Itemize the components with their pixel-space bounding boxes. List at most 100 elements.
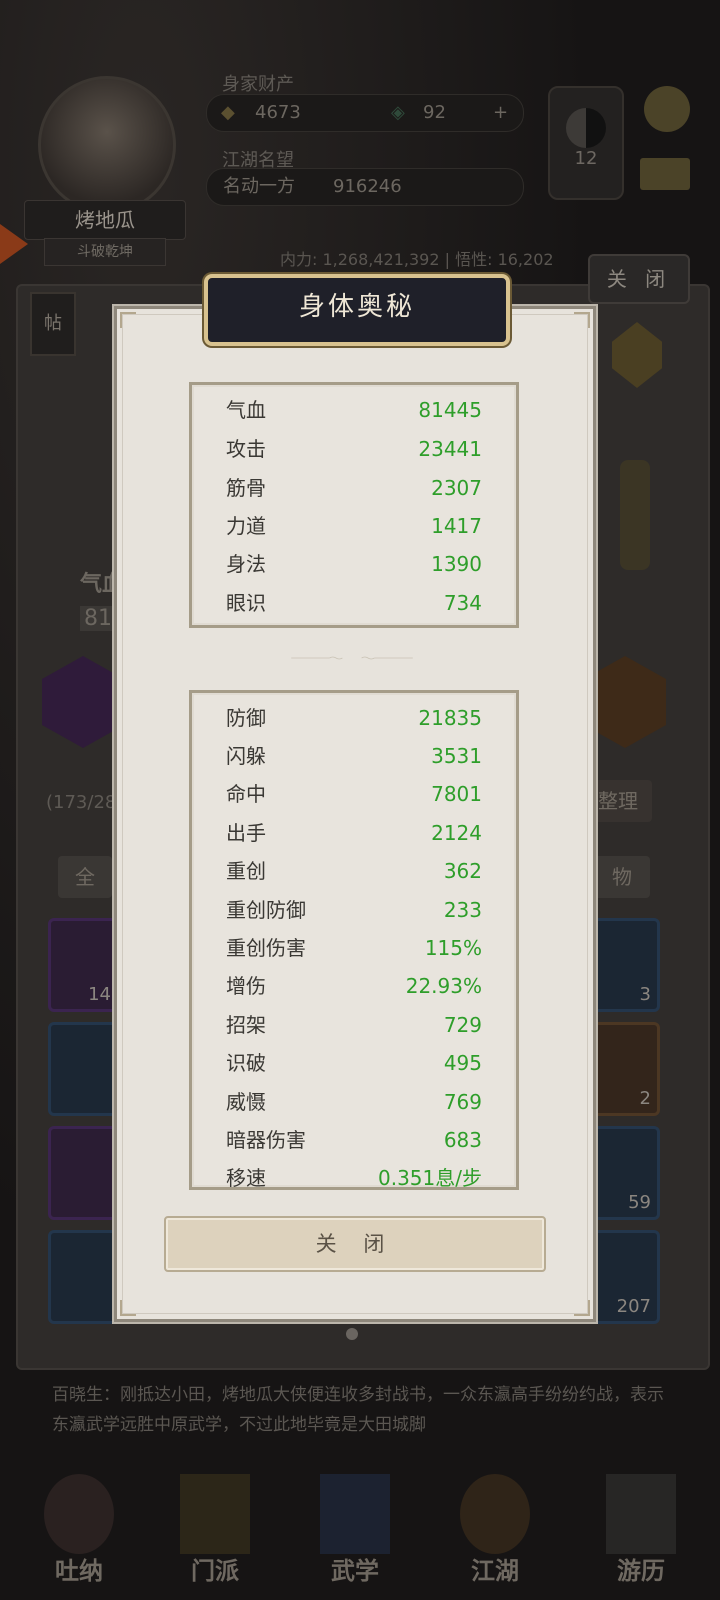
stat-label: 身法: [226, 552, 266, 576]
stat-label: 筋骨: [226, 476, 266, 500]
stat-label: 闪躲: [226, 744, 266, 768]
inventory-slot[interactable]: 14: [48, 918, 120, 1012]
stat-label: 识破: [226, 1051, 266, 1075]
nav-jianghu[interactable]: 江湖: [440, 1470, 550, 1588]
corner-ornament: [574, 312, 590, 328]
slot-count: 14: [88, 984, 111, 1005]
wealth-bar: ◆ 4673 ◈ 92 +: [206, 94, 524, 132]
reputation-title: 名动一方: [223, 176, 295, 197]
stat-value: 1417: [431, 514, 482, 538]
nav-label: 江湖: [471, 1557, 519, 1585]
stat-label: 攻击: [226, 437, 266, 461]
page-indicator-dot: [346, 1328, 358, 1340]
nav-label: 游历: [617, 1557, 665, 1585]
stat-row: 身法 1390: [192, 545, 516, 583]
yin-yang-medallion[interactable]: 12: [548, 86, 624, 200]
stat-row: 重创伤害 115%: [192, 929, 516, 967]
stat-value: 729: [443, 1013, 482, 1037]
inventory-slot[interactable]: 59: [588, 1126, 660, 1220]
stat-row: 识破 495: [192, 1044, 516, 1082]
secondary-stats-scroll-list[interactable]: 防御 21835 闪躲 3531 命中 7801 出手 2124 重创 362 重创防御 2…: [189, 690, 519, 1190]
stat-row: 气血 81445: [192, 391, 516, 429]
corner-ornament: [120, 1300, 136, 1316]
yin-yang-icon: [566, 108, 606, 148]
stat-row: 移速 0.351息/步: [192, 1159, 516, 1187]
slot-count: 2: [639, 1088, 651, 1109]
stat-value: 683: [443, 1128, 482, 1152]
stat-row: 重创 362: [192, 852, 516, 890]
filter-item-tab[interactable]: 物: [594, 856, 650, 898]
stat-label: 眼识: [226, 591, 266, 615]
player-subtitle: 斗破乾坤: [44, 238, 166, 266]
stat-value: 362: [443, 859, 482, 883]
stat-row: 招架 729: [192, 1006, 516, 1044]
nav-label: 吐纳: [55, 1557, 103, 1585]
stat-row: 出手 2124: [192, 814, 516, 852]
stat-row: 增伤 22.93%: [192, 967, 516, 1005]
sword-ornament-icon: [620, 460, 650, 570]
stat-label: 重创防御: [226, 898, 306, 922]
add-currency-icon[interactable]: +: [493, 95, 508, 131]
stat-value: 2124: [431, 821, 482, 845]
modal-title: 身体奥秘: [204, 274, 510, 346]
wealth-label: 身家财产: [222, 74, 294, 95]
stat-row: 防御 21835: [192, 699, 516, 737]
ornamental-divider: [291, 656, 413, 660]
inventory-slot[interactable]: [48, 1230, 120, 1324]
slot-count: 59: [628, 1192, 651, 1213]
medallion-level: 12: [574, 148, 598, 169]
stat-value: 2307: [431, 476, 482, 500]
nav-label: 武学: [331, 1557, 379, 1585]
stat-value: 769: [443, 1090, 482, 1114]
stat-value: 7801: [431, 782, 482, 806]
stat-label: 重创伤害: [226, 936, 306, 960]
reputation-value: 916246: [333, 176, 402, 197]
stat-value: 3531: [431, 744, 482, 768]
player-avatar[interactable]: [38, 76, 176, 214]
stat-row: 眼识 734: [192, 584, 516, 622]
nav-martial-arts[interactable]: 武学: [300, 1470, 410, 1588]
stat-row: 重创防御 233: [192, 891, 516, 929]
stat-value: 734: [443, 591, 482, 615]
nav-tuna[interactable]: 吐纳: [24, 1470, 134, 1588]
stat-label: 招架: [226, 1013, 266, 1037]
nav-sect[interactable]: 门派: [160, 1470, 270, 1588]
stat-label: 威慑: [226, 1090, 266, 1114]
filter-all-tab[interactable]: 全: [58, 856, 112, 898]
stat-row: 力道 1417: [192, 507, 516, 545]
corner-ornament: [120, 312, 136, 328]
travel-icon: [606, 1474, 676, 1554]
modal-close-button[interactable]: 关 闭: [164, 1216, 546, 1272]
stat-value: 81445: [418, 398, 482, 422]
primary-stats-box: 气血 81445 攻击 23441 筋骨 2307 力道 1417 身法 1390 眼识 7…: [189, 382, 519, 628]
stat-row: 攻击 23441: [192, 430, 516, 468]
inventory-slot[interactable]: [48, 1022, 120, 1116]
stat-row: 暗器伤害 683: [192, 1121, 516, 1159]
mail-icon[interactable]: [640, 158, 690, 190]
nav-travel[interactable]: 游历: [586, 1470, 696, 1588]
stat-label: 重创: [226, 859, 266, 883]
stat-label: 防御: [226, 706, 266, 730]
stat-value: 23441: [418, 437, 482, 461]
settings-gear-icon[interactable]: [644, 86, 690, 132]
sect-icon: [180, 1474, 250, 1554]
story-text: 百晓生：刚抵达小田，烤地瓜大侠便连收多封战书，一众东瀛高手纷纷约战，表示东瀛武学…: [52, 1385, 664, 1435]
inventory-slot[interactable]: 207: [588, 1230, 660, 1324]
stat-label: 出手: [226, 821, 266, 845]
inventory-slot[interactable]: [48, 1126, 120, 1220]
invitation-tie-button[interactable]: 帖: [30, 292, 76, 356]
hp-value-fragment: 81: [80, 606, 116, 631]
stat-label: 命中: [226, 782, 266, 806]
stat-row: 闪躲 3531: [192, 737, 516, 775]
jade-amount: 92: [423, 102, 446, 123]
background-close-button[interactable]: 关 闭: [588, 254, 690, 304]
corner-ornament: [574, 1300, 590, 1316]
martial-arts-icon: [320, 1474, 390, 1554]
stat-label: 气血: [226, 398, 266, 422]
reputation-bar: 名动一方 916246: [206, 168, 524, 206]
inventory-slot[interactable]: 2: [588, 1022, 660, 1116]
power-stats-line: 内力: 1,268,421,392 | 悟性: 16,202: [280, 250, 554, 269]
nav-label: 门派: [191, 1557, 239, 1585]
stat-row: 威慑 769: [192, 1083, 516, 1121]
inventory-slot[interactable]: 3: [588, 918, 660, 1012]
